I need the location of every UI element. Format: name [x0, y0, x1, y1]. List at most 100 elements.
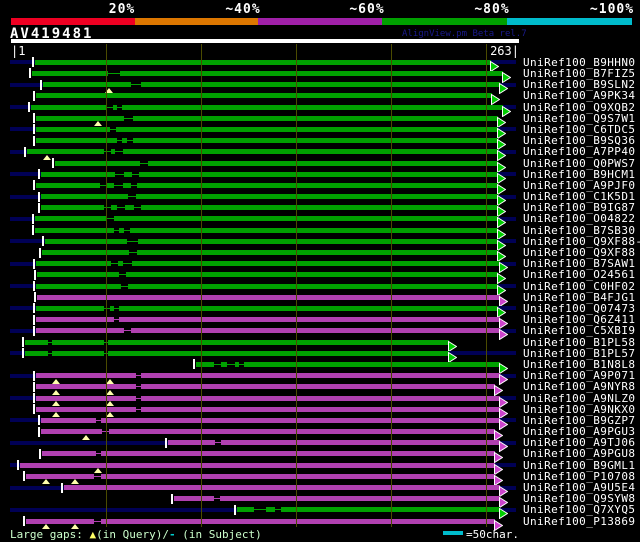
hit-label[interactable]: UniRef100_B9GML1: [523, 460, 635, 471]
hit-label[interactable]: UniRef100_O04822: [523, 213, 635, 224]
hit-start-tick: [24, 147, 26, 157]
hit-bar[interactable]: [36, 93, 492, 98]
hit-label[interactable]: UniRef100_P13869: [523, 516, 635, 527]
subject-gap-line: [136, 386, 141, 387]
subject-gap-line: [134, 207, 141, 208]
hit-bar[interactable]: [35, 216, 498, 221]
gap-legend-subject-text: (in Subject): [176, 528, 262, 541]
hit-start-tick: [29, 68, 31, 78]
hit-start-tick: [33, 259, 35, 269]
hit-bar[interactable]: [41, 418, 500, 423]
subject-gap-line: [124, 118, 133, 119]
hit-bar[interactable]: [41, 429, 495, 434]
hit-start-tick: [32, 57, 34, 67]
hit-start-tick: [33, 382, 35, 392]
scale-label-80: ~80%: [474, 2, 509, 17]
hit-label[interactable]: UniRef100_A7PP40: [523, 146, 635, 157]
subject-gap-line: [107, 218, 114, 219]
hit-label[interactable]: UniRef100_C5XBI9: [523, 325, 635, 336]
hit-bar[interactable]: [36, 384, 495, 389]
scale-label-20: 20%: [109, 2, 135, 17]
subject-gap-line: [239, 364, 244, 365]
subject-gap-line: [110, 129, 116, 130]
subject-gap-line: [121, 286, 128, 287]
hit-start-tick: [23, 471, 25, 481]
subject-gap-line: [127, 140, 133, 141]
hit-bar[interactable]: [25, 351, 449, 356]
alignment-row: UniRef100_C5XBI9: [0, 325, 640, 336]
subject-gap-line: [104, 308, 110, 309]
hit-start-tick: [33, 371, 35, 381]
hit-bar[interactable]: [25, 340, 449, 345]
hit-bar[interactable]: [31, 105, 503, 110]
hit-label[interactable]: UniRef100_Q7XYQ5: [523, 504, 635, 515]
hit-bar[interactable]: [42, 451, 495, 456]
scale-ruler-sample-icon: [443, 531, 463, 535]
hit-label[interactable]: UniRef100_A9PGU8: [523, 448, 635, 459]
alignview-screen: 20%~40%~60%~80%~100% AV419481 AlignView.…: [0, 0, 640, 542]
subject-gap-line: [131, 185, 137, 186]
subject-gap-line: [128, 196, 136, 197]
hit-bar[interactable]: [42, 250, 498, 255]
subject-gap-line: [114, 230, 119, 231]
subject-gap-line: [111, 263, 118, 264]
alignment-row: UniRef100_P13869: [0, 516, 640, 527]
hit-label[interactable]: UniRef100_B7SB30: [523, 225, 635, 236]
hit-bar[interactable]: [45, 239, 498, 244]
subject-gap-line: [115, 174, 124, 175]
hit-bar[interactable]: [27, 149, 498, 154]
hit-start-tick: [33, 180, 35, 190]
purple-segment: [258, 18, 382, 25]
hit-label[interactable]: UniRef100_Q0PWS7: [523, 158, 635, 169]
gap-legend-query-text: (in Query)/: [96, 528, 169, 541]
hit-bar[interactable]: [43, 82, 500, 87]
hit-start-tick: [171, 494, 173, 504]
alignment-row: UniRef100_B9GML1: [0, 460, 640, 471]
hit-label[interactable]: UniRef100_B1PL58: [523, 337, 635, 348]
subject-gap-line: [114, 308, 119, 309]
orange-segment: [135, 18, 258, 25]
subject-gap-line: [117, 140, 122, 141]
hit-bar[interactable]: [35, 228, 498, 233]
hit-label[interactable]: UniRef100_A9PK34: [523, 90, 635, 101]
hit-label[interactable]: UniRef100_A9NLZ0: [523, 393, 635, 404]
subject-gap-line: [227, 364, 235, 365]
hit-bar[interactable]: [41, 194, 498, 199]
hit-start-tick: [34, 292, 36, 302]
subject-gap-line: [127, 241, 138, 242]
subject-gap-line: [214, 364, 221, 365]
hit-start-tick: [22, 348, 24, 358]
hit-start-tick: [32, 214, 34, 224]
hit-start-tick: [39, 248, 41, 258]
hit-bar[interactable]: [35, 60, 491, 65]
hit-label[interactable]: UniRef100_C0HF02: [523, 281, 635, 292]
subject-gap-line: [124, 330, 131, 331]
subject-gap-line: [96, 420, 101, 421]
hit-start-tick: [28, 102, 30, 112]
subject-gap-line: [132, 174, 139, 175]
hit-label[interactable]: UniRef100_A9NYR8: [523, 381, 635, 392]
hit-bar[interactable]: [174, 496, 500, 501]
hit-start-tick: [40, 80, 42, 90]
hit-bar[interactable]: [55, 161, 498, 166]
subject-gap-line: [140, 163, 148, 164]
hit-start-tick: [33, 281, 35, 291]
subject-gap-line: [215, 442, 221, 443]
hit-start-tick: [38, 203, 40, 213]
ruler-gridline: [486, 44, 487, 527]
hit-start-tick: [33, 326, 35, 336]
hit-start-tick: [52, 158, 54, 168]
hit-bar[interactable]: [20, 463, 495, 468]
subject-gap-line: [275, 509, 281, 510]
hit-bar[interactable]: [41, 172, 498, 177]
subject-gap-line: [124, 230, 130, 231]
hit-bar[interactable]: [32, 71, 503, 76]
hit-label[interactable]: UniRef100_Q9XQB2: [523, 102, 635, 113]
subject-gap-line: [117, 107, 122, 108]
hit-label[interactable]: UniRef100_O24561: [523, 269, 635, 280]
hit-start-tick: [32, 225, 34, 235]
alignment-row: UniRef100_B7SB30: [0, 225, 640, 236]
hit-start-tick: [193, 359, 195, 369]
hit-bar[interactable]: [64, 485, 500, 490]
subject-gap-line: [96, 453, 101, 454]
